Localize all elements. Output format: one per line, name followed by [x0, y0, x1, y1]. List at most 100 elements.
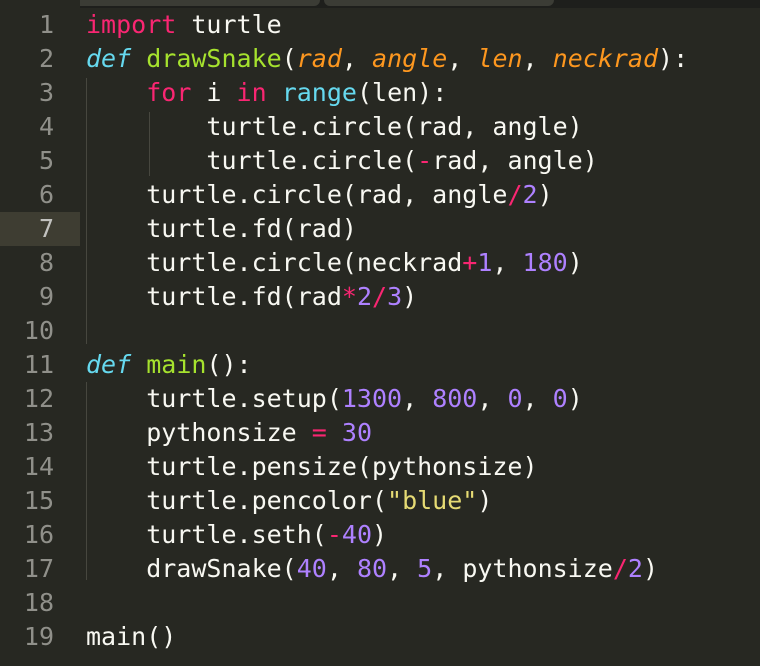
- code-token: ():: [206, 350, 252, 379]
- code-token: turtle.fd(rad): [86, 214, 357, 243]
- line-number: 14: [23, 452, 54, 481]
- code-token: 5: [417, 554, 433, 583]
- code-text[interactable]: main(): [86, 620, 176, 654]
- indent-guide: [86, 78, 87, 344]
- code-text[interactable]: def drawSnake(rad, angle, len, neckrad):: [86, 42, 688, 76]
- code-text[interactable]: turtle.circle(rad, angle): [86, 110, 582, 144]
- code-line[interactable]: 11 def main():: [0, 348, 760, 382]
- code-line[interactable]: 5 turtle.circle(-rad, angle): [0, 144, 760, 178]
- code-token: -: [417, 146, 433, 175]
- code-token: ): [567, 248, 583, 277]
- code-text[interactable]: turtle.fd(rad*2/3): [86, 280, 417, 314]
- code-line[interactable]: 16 turtle.seth(-40): [0, 518, 760, 552]
- code-text[interactable]: turtle.circle(-rad, angle): [86, 144, 598, 178]
- code-text[interactable]: turtle.circle(rad, angle/2): [86, 178, 552, 212]
- code-token: def: [86, 350, 132, 379]
- code-token: turtle.circle(rad, angle: [86, 180, 508, 209]
- code-token: ,: [402, 384, 433, 413]
- code-token: ,: [522, 44, 553, 73]
- code-token: 2: [522, 180, 538, 209]
- code-line[interactable]: 7 turtle.fd(rad): [0, 212, 760, 246]
- code-text[interactable]: turtle.pencolor("blue"): [86, 484, 492, 518]
- code-line[interactable]: 2 def drawSnake(rad, angle, len, neckrad)…: [0, 42, 760, 76]
- code-line[interactable]: 12 turtle.setup(1300, 800, 0, 0): [0, 382, 760, 416]
- code-token: ,: [326, 554, 357, 583]
- code-token: ): [477, 486, 493, 515]
- code-token: ): [567, 384, 583, 413]
- code-token: 40: [341, 520, 372, 549]
- code-token: +: [462, 248, 478, 277]
- code-line[interactable]: 19 main(): [0, 620, 760, 654]
- line-number: 12: [23, 384, 54, 413]
- code-token: ): [402, 282, 418, 311]
- code-line[interactable]: 9 turtle.fd(rad*2/3): [0, 280, 760, 314]
- code-line[interactable]: 18: [0, 586, 760, 620]
- code-token: neckrad: [552, 44, 659, 73]
- line-number: 3: [38, 78, 54, 107]
- code-token: 2: [356, 282, 372, 311]
- code-text[interactable]: turtle.setup(1300, 800, 0, 0): [86, 382, 583, 416]
- line-number: 6: [38, 180, 54, 209]
- code-token: in: [236, 78, 267, 107]
- code-token: /: [372, 282, 388, 311]
- line-number: 19: [23, 622, 54, 651]
- code-text[interactable]: for i in range(len):: [86, 76, 447, 110]
- code-token: drawSnake(: [86, 554, 297, 583]
- code-token: 180: [522, 248, 568, 277]
- tab-bar-edge: [0, 0, 760, 8]
- code-token: rad: [296, 44, 342, 73]
- line-number: 8: [38, 248, 54, 277]
- code-token: ,: [492, 248, 523, 277]
- code-token: /: [507, 180, 523, 209]
- code-token: turtle.circle(: [86, 146, 418, 175]
- code-editor[interactable]: 1 import turtle 2 def drawSnake(rad, angle,…: [0, 0, 760, 666]
- line-number: 7: [38, 214, 54, 243]
- code-token: rad, angle): [432, 146, 598, 175]
- code-token: ,: [387, 554, 418, 583]
- code-text[interactable]: def main():: [86, 348, 252, 382]
- code-token: ,: [477, 384, 508, 413]
- code-text[interactable]: import turtle: [86, 8, 282, 42]
- code-line[interactable]: 13 pythonsize = 30: [0, 416, 760, 450]
- code-line[interactable]: 14 turtle.pensize(pythonsize): [0, 450, 760, 484]
- code-token: len: [477, 44, 523, 73]
- code-token: 0: [552, 384, 568, 413]
- code-line[interactable]: 1 import turtle: [0, 8, 760, 42]
- line-number: 2: [38, 44, 54, 73]
- code-line[interactable]: 8 turtle.circle(neckrad+1, 180): [0, 246, 760, 280]
- line-number: 10: [23, 316, 54, 345]
- code-line[interactable]: 15 turtle.pencolor("blue"): [0, 484, 760, 518]
- code-token: ): [372, 520, 388, 549]
- code-token: 40: [296, 554, 327, 583]
- code-text[interactable]: pythonsize = 30: [86, 416, 372, 450]
- code-token: =: [311, 418, 327, 447]
- code-line[interactable]: 4 turtle.circle(rad, angle): [0, 110, 760, 144]
- code-line[interactable]: 3 for i in range(len):: [0, 76, 760, 110]
- code-token: def: [86, 44, 132, 73]
- code-token: (len):: [356, 78, 448, 107]
- indent-guide: [149, 112, 150, 176]
- code-token: 30: [341, 418, 373, 447]
- code-token: turtle.pencolor(: [86, 486, 388, 515]
- code-line[interactable]: 17 drawSnake(40, 80, 5, pythonsize/2): [0, 552, 760, 586]
- code-token: ,: [341, 44, 373, 73]
- code-token: -: [326, 520, 342, 549]
- code-text[interactable]: turtle.pensize(pythonsize): [86, 450, 537, 484]
- line-number: 17: [23, 554, 54, 583]
- code-token: i: [191, 78, 237, 107]
- line-number: 13: [23, 418, 54, 447]
- code-text[interactable]: turtle.seth(-40): [86, 518, 387, 552]
- code-token: turtle.fd(rad: [86, 282, 342, 311]
- code-token: *: [341, 282, 357, 311]
- code-text[interactable]: drawSnake(40, 80, 5, pythonsize/2): [86, 552, 658, 586]
- code-token: range: [281, 78, 357, 107]
- code-text[interactable]: turtle.fd(rad): [86, 212, 357, 246]
- code-token: turtle.setup(: [86, 384, 342, 413]
- editor-tab[interactable]: [324, 0, 554, 6]
- code-text[interactable]: turtle.circle(neckrad+1, 180): [86, 246, 583, 280]
- code-line[interactable]: 10: [0, 314, 760, 348]
- code-line[interactable]: 6 turtle.circle(rad, angle/2): [0, 178, 760, 212]
